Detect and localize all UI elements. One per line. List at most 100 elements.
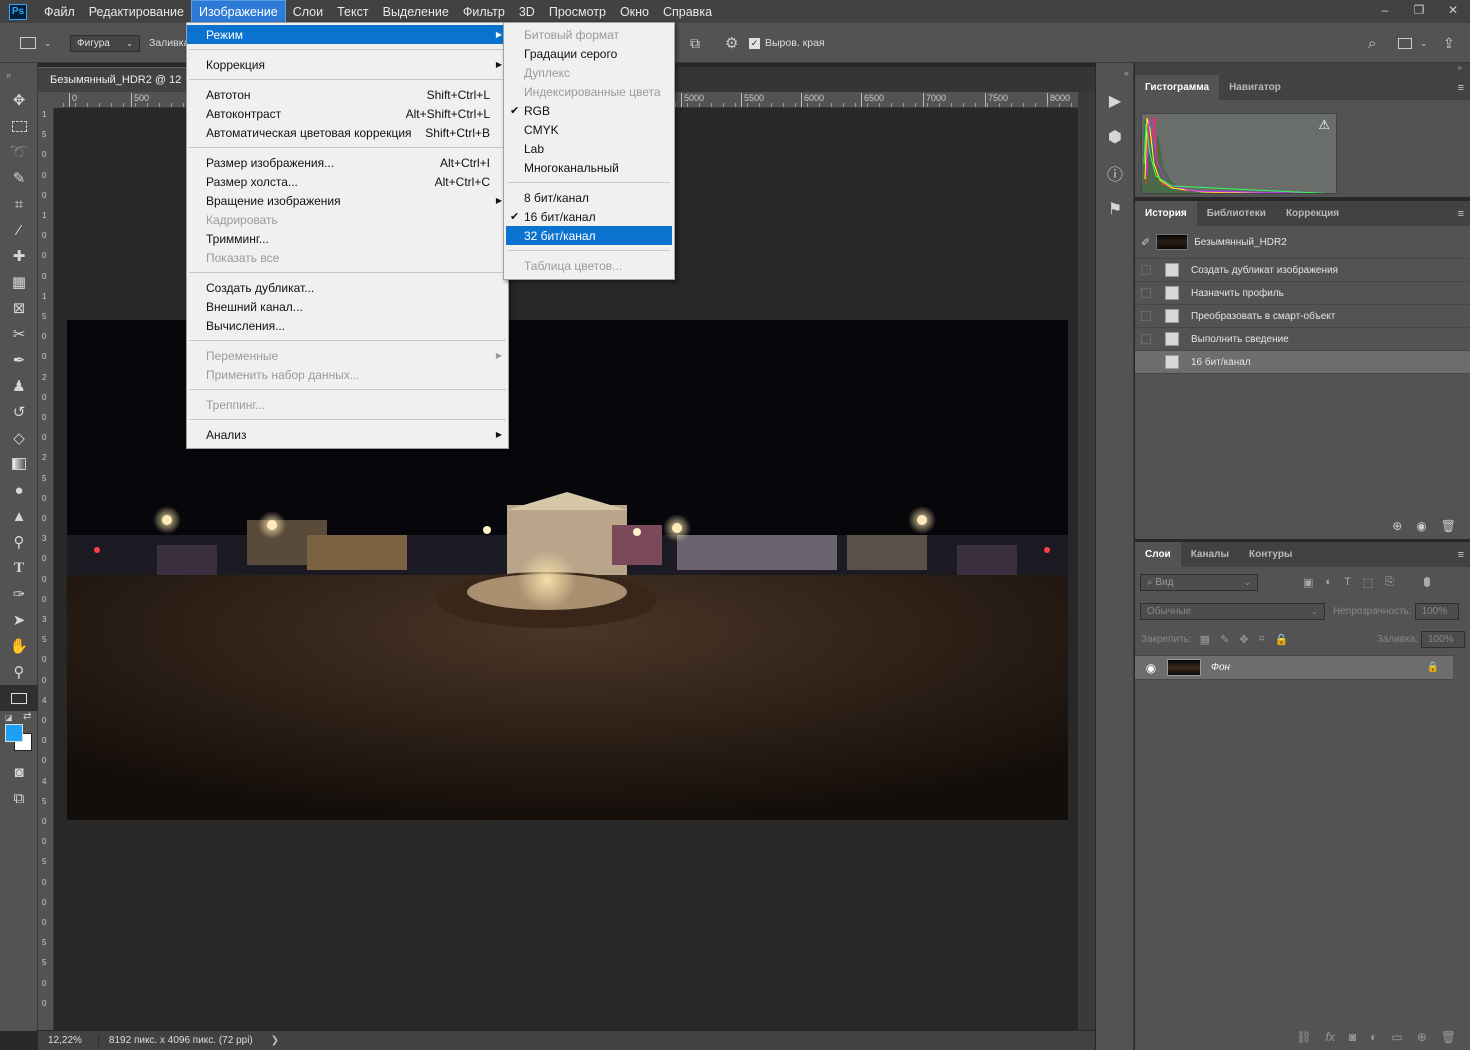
mode-menu-item[interactable]: 8 бит/канал xyxy=(506,188,672,207)
tool-preset-picker[interactable]: ⌄ xyxy=(20,23,52,63)
clone-stamp-tool-icon[interactable]: ♟ xyxy=(0,373,38,399)
mode-menu-item[interactable]: Многоканальный xyxy=(506,158,672,177)
warning-icon[interactable]: ⚠ xyxy=(1318,117,1330,133)
filter-shape-icon[interactable]: ⬚ xyxy=(1363,576,1373,589)
minimize-button[interactable]: ‒ xyxy=(1368,0,1402,20)
menu-7[interactable]: Фильтр xyxy=(456,0,512,23)
menu-8[interactable]: 3D xyxy=(512,0,542,23)
lock-transparent-icon[interactable]: ▦ xyxy=(1200,633,1210,646)
crop-tool-icon[interactable]: ⌗ xyxy=(0,191,38,217)
tab-history[interactable]: История xyxy=(1135,201,1197,226)
screen-mode-icon[interactable]: ⧉ xyxy=(0,785,38,811)
image-menu-item[interactable]: Автотон Shift+Ctrl+L xyxy=(187,85,508,104)
path-selection-tool-icon[interactable]: ➤ xyxy=(0,607,38,633)
layer-row[interactable]: ◉ Фон 🔒 xyxy=(1135,655,1453,680)
marquee-tool-icon[interactable] xyxy=(0,113,38,139)
dodge-tool-icon[interactable]: ⚲ xyxy=(0,529,38,555)
patch-tool-icon[interactable]: ▦ xyxy=(0,269,38,295)
menu-9[interactable]: Просмотр xyxy=(542,0,613,23)
hand-tool-icon[interactable]: ✋ xyxy=(0,633,38,659)
menu-11[interactable]: Справка xyxy=(656,0,719,23)
lock-position-icon[interactable]: ✥ xyxy=(1239,633,1248,646)
panel-menu-icon[interactable]: ≡ xyxy=(1458,549,1464,561)
swap-colors-icon[interactable]: ⇄ xyxy=(23,711,31,722)
new-group-icon[interactable]: ▭ xyxy=(1391,1030,1402,1044)
quick-selection-tool-icon[interactable]: ✎ xyxy=(0,165,38,191)
align-edges-checkbox[interactable]: ✓ Выров. края xyxy=(749,23,825,63)
mode-menu-item[interactable]: ✔ 16 бит/канал xyxy=(506,207,672,226)
image-menu-item[interactable]: Автоконтраст Alt+Shift+Ctrl+L xyxy=(187,104,508,123)
status-menu-arrow-icon[interactable]: ❯ xyxy=(271,1035,279,1046)
tab-adjustments[interactable]: Коррекция xyxy=(1276,201,1349,226)
history-checkbox[interactable] xyxy=(1141,288,1151,298)
mode-menu-item[interactable]: Lab xyxy=(506,139,672,158)
image-menu-item[interactable]: Автоматическая цветовая коррекция Shift+C… xyxy=(187,123,508,142)
image-menu-item[interactable]: Размер холста... Alt+Ctrl+C xyxy=(187,172,508,191)
menu-1[interactable]: Файл xyxy=(37,0,82,23)
image-menu-item[interactable]: Вычисления... xyxy=(187,316,508,335)
image-menu-item[interactable]: Внешний канал... xyxy=(187,297,508,316)
quick-mask-icon[interactable]: ◙ xyxy=(0,759,38,785)
mode-menu-item[interactable]: CMYK xyxy=(506,120,672,139)
opacity-input[interactable]: 100% xyxy=(1414,602,1459,620)
restore-button[interactable]: ❐ xyxy=(1402,0,1436,20)
image-menu-item[interactable]: Анализ ▶ xyxy=(187,425,508,444)
lasso-tool-icon[interactable]: ➰ xyxy=(0,139,38,165)
mode-menu-item[interactable]: 32 бит/канал xyxy=(506,226,672,245)
foreground-color-swatch[interactable] xyxy=(5,724,23,742)
eyedropper-tool-icon[interactable]: ⁄ xyxy=(0,217,38,243)
trash-icon[interactable]: 🗑 xyxy=(1441,519,1456,533)
lock-artboard-icon[interactable]: ⌗ xyxy=(1259,633,1265,646)
adjustment-layer-icon[interactable]: ◐ xyxy=(1370,1030,1377,1044)
camera-icon[interactable]: ◉ xyxy=(1416,519,1426,533)
blur-tool-icon[interactable]: ● xyxy=(0,477,38,503)
menu-5[interactable]: Текст xyxy=(330,0,375,23)
rectangle-tool-icon[interactable] xyxy=(0,685,38,711)
history-snapshot[interactable]: ✐ Безымянный_HDR2 xyxy=(1135,226,1470,259)
panel-collapse-icon[interactable]: » xyxy=(1135,63,1470,75)
layer-filter-select[interactable]: ⌕ Вид ⌄ xyxy=(1140,573,1258,591)
tab-paths[interactable]: Контуры xyxy=(1239,542,1302,567)
history-checkbox[interactable] xyxy=(1141,334,1151,344)
image-menu-item[interactable]: Размер изображения... Alt+Ctrl+I xyxy=(187,153,508,172)
3d-icon[interactable]: ⬢ xyxy=(1096,119,1134,155)
healing-brush-tool-icon[interactable]: ✚ xyxy=(0,243,38,269)
close-button[interactable]: ✕ xyxy=(1436,0,1470,20)
fx-icon[interactable]: fx xyxy=(1326,1030,1335,1044)
menu-10[interactable]: Окно xyxy=(613,0,656,23)
eraser-tool-icon[interactable]: ◇ xyxy=(0,425,38,451)
gear-icon[interactable]: ⚙ xyxy=(725,23,738,63)
filter-toggle[interactable] xyxy=(1424,577,1431,587)
visibility-eye-icon[interactable]: ◉ xyxy=(1135,661,1167,675)
mode-menu-item[interactable]: ✔ RGB xyxy=(506,101,672,120)
filter-smart-object-icon[interactable]: ⎘ xyxy=(1385,576,1394,589)
pen-tool-icon[interactable]: ✑ xyxy=(0,581,38,607)
collapse-icon[interactable]: » xyxy=(0,63,37,87)
tab-navigator[interactable]: Навигатор xyxy=(1219,75,1291,100)
clone-source-icon[interactable]: ⚑ xyxy=(1096,191,1134,227)
new-layer-icon[interactable]: ⊕ xyxy=(1417,1030,1427,1044)
layer-name[interactable]: Фон xyxy=(1211,662,1230,673)
move-tool-icon[interactable]: ✥ xyxy=(0,87,38,113)
fill-input[interactable]: 100% xyxy=(1421,630,1465,648)
history-checkbox[interactable] xyxy=(1141,311,1151,321)
lock-image-icon[interactable]: ✎ xyxy=(1220,633,1229,646)
vertical-scrollbar[interactable] xyxy=(1078,92,1095,1030)
expand-icon[interactable]: « xyxy=(1096,63,1133,83)
history-brush-source-icon[interactable]: ✐ xyxy=(1141,236,1150,249)
frame-tool-icon[interactable]: ⊠ xyxy=(0,295,38,321)
brush-tool-icon[interactable]: ✒ xyxy=(0,347,38,373)
history-state[interactable]: Создать дубликат изображения xyxy=(1135,259,1470,282)
info-icon[interactable]: ⓘ xyxy=(1096,155,1134,191)
menu-6[interactable]: Выделение xyxy=(376,0,456,23)
filter-adjustment-icon[interactable]: ◐ xyxy=(1325,576,1332,589)
panel-menu-icon[interactable]: ≡ xyxy=(1458,208,1464,220)
menu-4[interactable]: Слои xyxy=(286,0,330,23)
image-menu-item[interactable]: Вращение изображения ▶ xyxy=(187,191,508,210)
share-icon[interactable]: ⇪ xyxy=(1443,23,1455,63)
history-state[interactable]: Преобразовать в смарт-объект xyxy=(1135,305,1470,328)
link-layers-icon[interactable]: ⛓ xyxy=(1296,1030,1311,1044)
menu-2[interactable]: Редактирование xyxy=(82,0,191,23)
new-document-from-state-icon[interactable]: ⊕ xyxy=(1392,519,1402,533)
image-menu-item[interactable]: Режим ▶ xyxy=(187,25,508,44)
